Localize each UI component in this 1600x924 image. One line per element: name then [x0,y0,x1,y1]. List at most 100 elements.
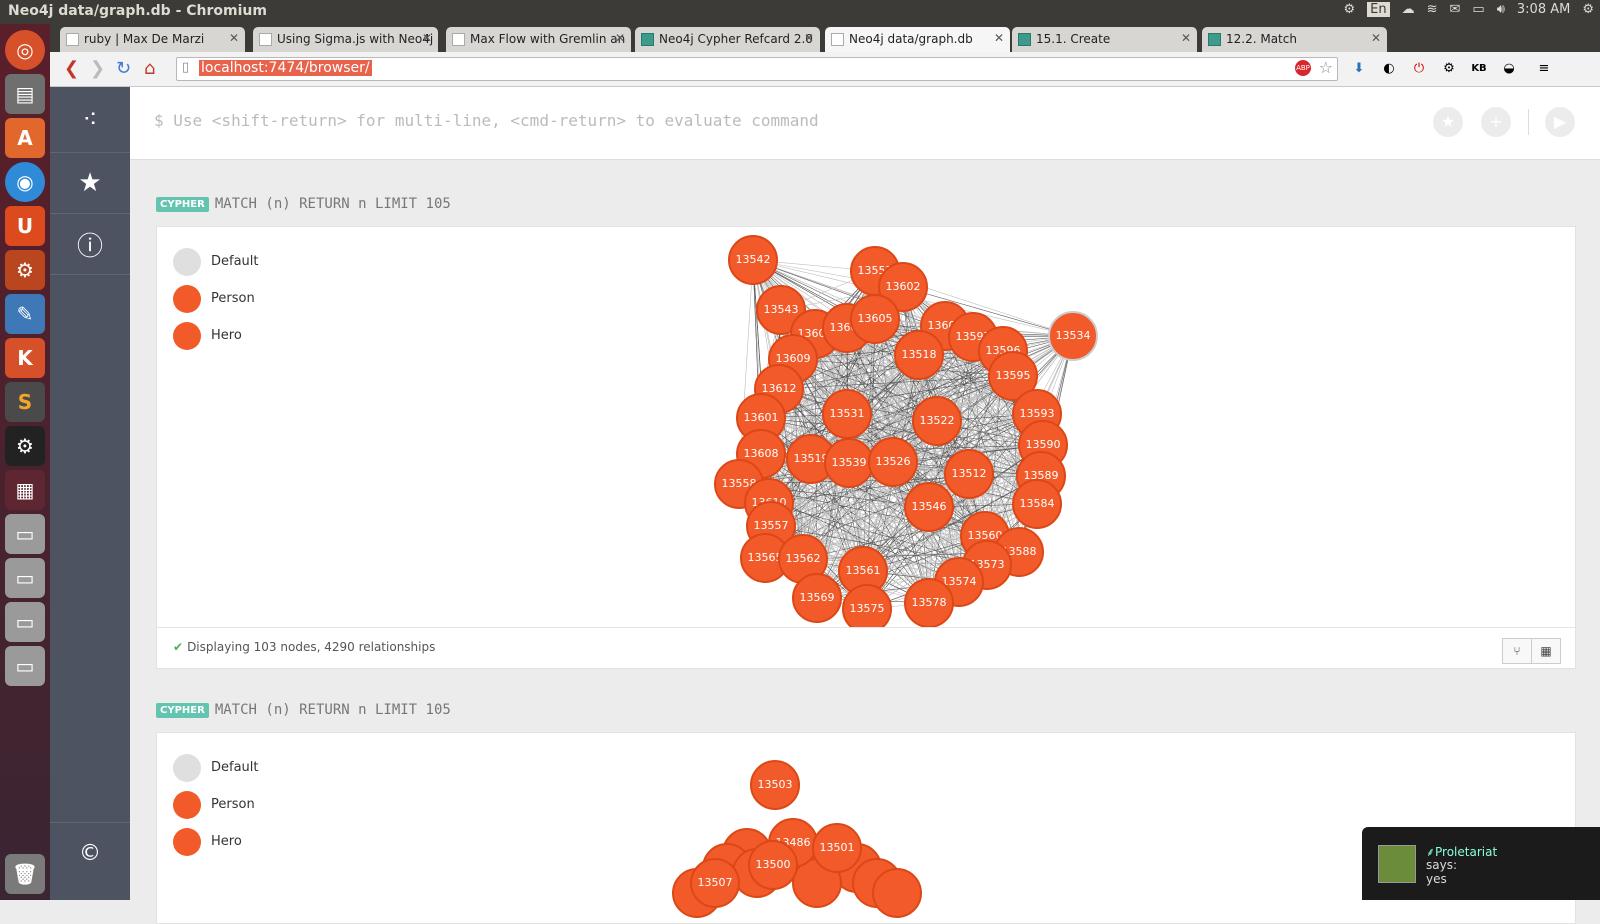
url-text[interactable]: localhost:7474/browser/ [199,60,372,76]
frame-query: MATCH (n) RETURN n LIMIT 105 [214,702,451,718]
extension-gear-icon[interactable]: ⚙ [1440,60,1458,78]
graph-node[interactable]: 13501 [812,823,862,873]
tab-close-icon[interactable]: ✕ [422,31,432,45]
tab-close-icon[interactable]: ✕ [1181,31,1191,45]
tab-close-icon[interactable]: ✕ [615,31,625,45]
ubuntu-dash-icon[interactable]: ◎ [5,30,45,70]
table-view-button[interactable]: ▦ [1531,638,1561,664]
cypher-badge: CYPHER [156,703,209,718]
tab-favicon-icon [1208,33,1221,46]
browser-tab[interactable]: ruby | Max De Marzi ✕ [60,27,245,52]
graph-node[interactable]: 13534 [1048,311,1098,361]
graph-node[interactable]: 13605 [850,294,900,344]
about-copyright-icon[interactable]: © [50,822,130,883]
graph-node[interactable]: 13512 [944,449,994,499]
download-icon[interactable]: ⬇ [1350,60,1368,78]
tab-close-icon[interactable]: ✕ [804,31,814,45]
graph-node[interactable]: 13522 [912,396,962,446]
neo4j-logo-icon[interactable]: ⁖ [50,87,130,153]
spy-extension-icon[interactable]: ◒ [1500,60,1518,78]
graph-node[interactable]: 13503 [750,760,800,810]
sublime-text-icon[interactable]: S [5,382,45,422]
browser-tab[interactable]: 12.2. Match ✕ [1202,27,1387,52]
mysql-workbench-icon[interactable]: ✎ [5,294,45,334]
graph-node[interactable]: 13542 [728,235,778,285]
graph-node[interactable]: 13526 [868,437,918,487]
graph-canvas[interactable]: 13542 13557 13602 13543 13607 13606 13605 13603… [157,227,1575,627]
info-icon[interactable]: ⓘ [50,214,130,275]
workspace-switcher-icon[interactable]: ▦ [5,470,45,510]
graph-node[interactable]: 13546 [904,482,954,532]
browser-tab[interactable]: 15.1. Create ✕ [1012,27,1197,52]
clock[interactable]: 3:08 AM [1517,2,1570,17]
tab-close-icon[interactable]: ✕ [229,31,239,45]
steam-tray-icon[interactable]: ⚙ [1343,2,1355,17]
graph-node[interactable]: 13569 [792,573,842,623]
graph-node[interactable]: 13500 [748,840,798,890]
volume-icon[interactable]: 🔊︎ [1497,2,1505,17]
drive-icon-3[interactable]: ▭ [5,602,45,642]
cloud-icon[interactable]: ☁ [1402,2,1415,17]
wifi-icon[interactable]: ≋ [1427,2,1438,17]
graph-node[interactable]: 13531 [822,389,872,439]
graph-view-button[interactable]: ⑂ [1502,638,1532,664]
settings-gear-icon[interactable]: ⚙ [1582,2,1594,17]
system-settings-icon[interactable]: ⚙ [5,250,45,290]
graph-node[interactable]: 13578 [904,578,954,627]
tab-label: Neo4j Cypher Refcard 2.0 [659,32,813,46]
chat-notification[interactable]: ⸙Proletariat says: yes [1362,827,1600,900]
mendeley-icon[interactable]: K [5,338,45,378]
ubuntu-one-icon[interactable]: U [5,206,45,246]
bookmark-star-icon[interactable]: ☆ [1319,58,1333,77]
trash-icon[interactable]: 🗑︎ [5,854,45,894]
tab-favicon-icon [831,33,844,46]
frame-header-2[interactable]: CYPHER MATCH (n) RETURN n LIMIT 105 [156,702,451,718]
tab-close-icon[interactable]: ✕ [1371,31,1381,45]
chromium-icon[interactable]: ◉ [5,162,45,202]
adblock-icon[interactable]: ABP [1295,60,1311,76]
tab-close-icon[interactable]: ✕ [994,31,1004,45]
notification-message: yes [1426,872,1447,886]
browser-tab[interactable]: Max Flow with Gremlin an ✕ [446,27,631,52]
back-icon[interactable]: ❮ [64,58,79,79]
window-title: Neo4j data/graph.db - Chromium [8,3,267,19]
favorites-star-icon[interactable]: ★ [50,153,130,214]
graph-node[interactable]: 13539 [824,438,874,488]
keyboard-lang[interactable]: En [1367,2,1390,17]
steam-icon[interactable]: ⚙ [5,426,45,466]
tab-label: Neo4j data/graph.db [849,32,973,46]
drive-icon-4[interactable]: ▭ [5,646,45,686]
tab-label: Max Flow with Gremlin an [470,32,626,46]
neo4j-sidebar: ⁖ ★ ⓘ © [50,87,130,900]
home-icon[interactable]: ⌂ [144,58,155,79]
kb-extension-icon[interactable]: KB [1470,60,1488,78]
graph-node[interactable]: 13507 [690,858,740,908]
run-play-button[interactable]: ▶ [1545,107,1575,137]
extension-icon[interactable]: ◐ [1380,60,1398,78]
mail-icon[interactable]: ✉ [1450,2,1461,17]
stop-extension-icon[interactable]: ⏻ [1410,60,1428,78]
graph-node[interactable]: 13518 [894,330,944,380]
favorite-star-button[interactable]: ★ [1433,107,1463,137]
clear-add-button[interactable]: + [1481,107,1511,137]
reload-icon[interactable]: ↻ [116,58,131,79]
forward-icon[interactable]: ❯ [90,58,105,79]
files-icon[interactable]: ▤ [5,74,45,114]
browser-tab[interactable]: Using Sigma.js with Neo4j ✕ [253,27,438,52]
drive-icon-1[interactable]: ▭ [5,514,45,554]
browser-tab[interactable]: Neo4j Cypher Refcard 2.0 ✕ [635,27,820,52]
browser-tab[interactable]: Neo4j data/graph.db ✕ [825,27,1010,52]
query-editor[interactable]: $ Use <shift-return> for multi-line, <cm… [130,87,1600,160]
editor-prompt[interactable]: $ Use <shift-return> for multi-line, <cm… [154,111,819,130]
battery-icon[interactable]: ▭ [1472,2,1484,17]
status-text: Displaying 103 nodes, 4290 relationships [187,640,436,654]
frame-header-1[interactable]: CYPHER MATCH (n) RETURN n LIMIT 105 [156,196,451,212]
graph-node[interactable]: 13575 [842,584,892,627]
menu-icon[interactable]: ≡ [1535,60,1553,78]
cypher-badge: CYPHER [156,197,209,212]
address-bar[interactable]: ▯ localhost:7474/browser/ ABP ☆ [176,57,1338,81]
software-center-icon[interactable]: A [5,118,45,158]
graph-node[interactable] [872,868,922,918]
graph-node[interactable]: 13584 [1012,479,1062,529]
drive-icon-2[interactable]: ▭ [5,558,45,598]
